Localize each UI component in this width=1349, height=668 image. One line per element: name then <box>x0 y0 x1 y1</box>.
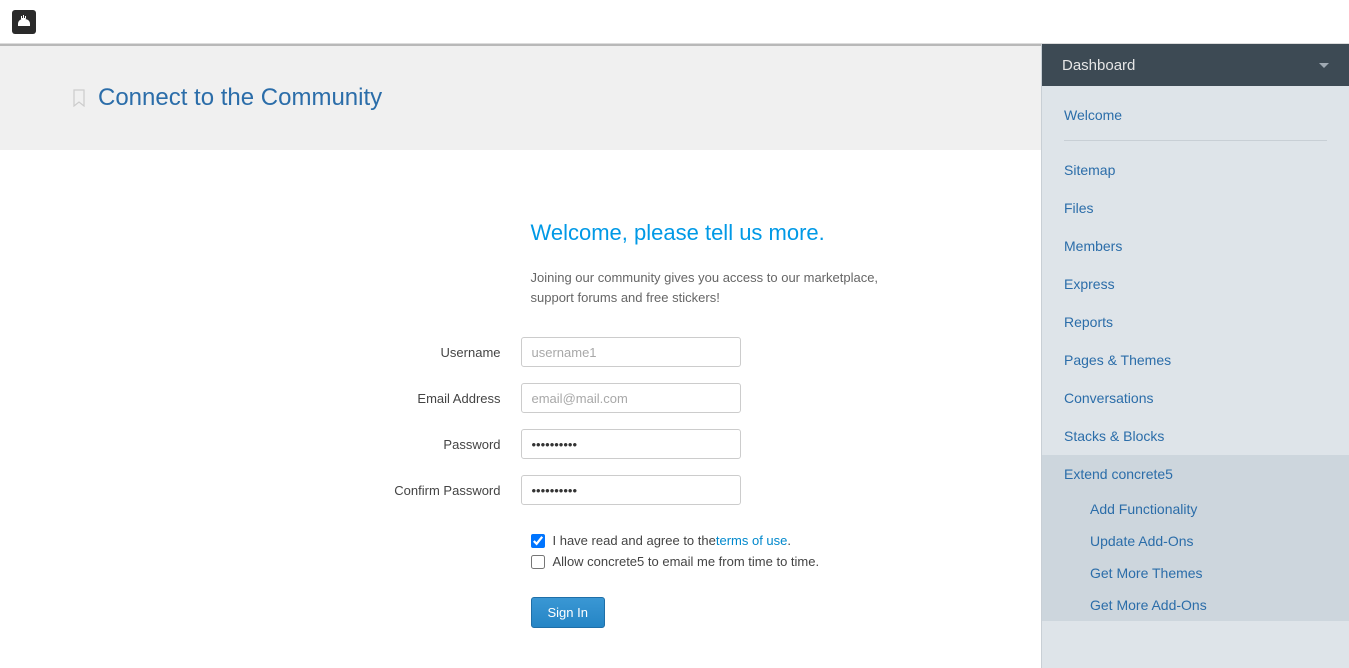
sidebar-divider <box>1064 140 1327 141</box>
terms-checkbox[interactable] <box>531 534 545 548</box>
confirm-password-input[interactable] <box>521 475 741 505</box>
sidebar-item-files[interactable]: Files <box>1042 189 1349 227</box>
terms-text-prefix: I have read and agree to the <box>553 533 716 548</box>
sidebar-sub-get-addons[interactable]: Get More Add-Ons <box>1090 589 1349 621</box>
page-title: Connect to the Community <box>98 84 382 112</box>
sidebar-header[interactable]: Dashboard <box>1042 44 1349 86</box>
email-input[interactable] <box>521 383 741 413</box>
password-input[interactable] <box>521 429 741 459</box>
sidebar-item-express[interactable]: Express <box>1042 265 1349 303</box>
chevron-down-icon <box>1319 63 1329 68</box>
sidebar-sub-get-themes[interactable]: Get More Themes <box>1090 557 1349 589</box>
welcome-heading: Welcome, please tell us more. <box>531 220 901 246</box>
sidebar-item-extend[interactable]: Extend concrete5 <box>1042 455 1349 493</box>
confirm-password-label: Confirm Password <box>141 483 521 498</box>
terms-text-suffix: . <box>787 533 791 548</box>
username-input[interactable] <box>521 337 741 367</box>
sidebar-sub-update-addons[interactable]: Update Add-Ons <box>1090 525 1349 557</box>
sidebar-item-welcome[interactable]: Welcome <box>1042 96 1349 134</box>
dashboard-sidebar: Dashboard Welcome Sitemap Files Members … <box>1041 44 1349 668</box>
username-label: Username <box>141 345 521 360</box>
app-logo[interactable] <box>12 10 36 34</box>
sidebar-item-sitemap[interactable]: Sitemap <box>1042 151 1349 189</box>
sidebar-sub-add-functionality[interactable]: Add Functionality <box>1090 493 1349 525</box>
welcome-lead: Joining our community gives you access t… <box>531 268 891 307</box>
sidebar-item-conversations[interactable]: Conversations <box>1042 379 1349 417</box>
email-opt-checkbox[interactable] <box>531 555 545 569</box>
email-opt-label: Allow concrete5 to email me from time to… <box>553 554 820 569</box>
sign-in-button[interactable]: Sign In <box>531 597 605 628</box>
sidebar-item-members[interactable]: Members <box>1042 227 1349 265</box>
email-label: Email Address <box>141 391 521 406</box>
sidebar-item-stacks-blocks[interactable]: Stacks & Blocks <box>1042 417 1349 455</box>
bookmark-icon <box>72 89 86 107</box>
sidebar-item-pages-themes[interactable]: Pages & Themes <box>1042 341 1349 379</box>
sidebar-title: Dashboard <box>1062 57 1135 74</box>
password-label: Password <box>141 437 521 452</box>
sidebar-item-reports[interactable]: Reports <box>1042 303 1349 341</box>
terms-link[interactable]: terms of use <box>716 533 788 548</box>
